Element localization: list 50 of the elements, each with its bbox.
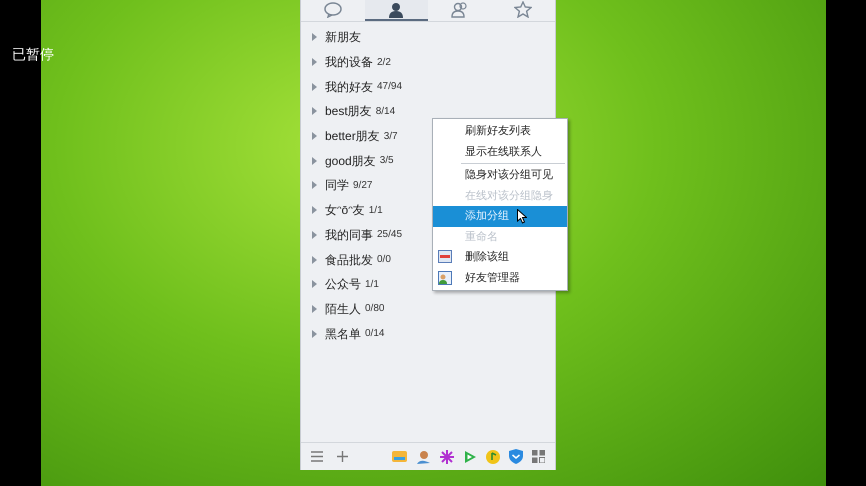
character-icon[interactable] xyxy=(416,450,431,464)
group-name: 黑名单 xyxy=(325,326,361,343)
group-count: 47/94 xyxy=(377,80,402,94)
group-name: good朋友 xyxy=(325,152,376,170)
group-count: 1/1 xyxy=(368,204,383,218)
shield-icon[interactable] xyxy=(509,449,523,464)
group-count: 3/7 xyxy=(384,130,398,144)
app-grid-icon[interactable] xyxy=(532,450,545,463)
menu-item[interactable]: 好友管理器 xyxy=(433,268,567,288)
group-name: 新朋友 xyxy=(325,29,361,46)
menu-item[interactable]: 删除该组 xyxy=(433,247,567,268)
group-row[interactable]: best朋友 8/14 xyxy=(301,99,555,124)
group-name: better朋友 xyxy=(325,128,380,146)
group-count: 0/0 xyxy=(377,253,391,268)
menu-item[interactable]: 显示在线联系人 xyxy=(433,142,567,162)
group-count: 0/14 xyxy=(365,327,384,342)
group-name: 女ᵔōᵔ友 xyxy=(325,202,365,220)
group-count: 25/45 xyxy=(377,228,402,242)
chat-bubble-icon xyxy=(324,2,342,18)
group-name: 食品批发 xyxy=(325,252,373,269)
group-name: 我的设备 xyxy=(325,54,373,72)
group-row[interactable]: 黑名单 0/14 xyxy=(301,321,555,346)
tab[interactable] xyxy=(364,0,428,21)
group-count: 1/1 xyxy=(365,278,379,292)
play-icon[interactable] xyxy=(463,450,477,464)
menu-item[interactable]: 隐身对该分组可见 xyxy=(433,165,567,186)
group-row[interactable]: 陌生人 0/80 xyxy=(301,296,555,322)
group-name: best朋友 xyxy=(325,103,372,120)
group-count: 0/80 xyxy=(365,302,384,316)
group-name: 公众号 xyxy=(325,276,361,294)
group-count: 2/2 xyxy=(377,56,391,70)
ticket-icon[interactable] xyxy=(392,450,407,463)
delete-list-icon xyxy=(438,250,452,263)
group-name: 我的同事 xyxy=(325,226,373,244)
group-row[interactable]: 新朋友 xyxy=(301,25,555,50)
menu-item[interactable]: 刷新好友列表 xyxy=(433,121,567,142)
group-count: 9/27 xyxy=(353,178,372,193)
group-name: 同学 xyxy=(325,177,349,194)
group-row[interactable]: 我的好友 47/94 xyxy=(301,74,555,100)
group-name: 陌生人 xyxy=(325,300,361,318)
person-card-icon xyxy=(438,270,452,284)
star-icon xyxy=(514,1,532,18)
menu-icon[interactable] xyxy=(311,451,323,462)
group-count: 3/5 xyxy=(380,154,394,168)
group-row[interactable]: 我的设备 2/2 xyxy=(301,50,555,74)
person-icon xyxy=(388,2,404,18)
group-name: 我的好友 xyxy=(325,78,373,96)
add-icon[interactable] xyxy=(337,451,348,462)
mouse-cursor-icon xyxy=(517,208,527,224)
group-count: 8/14 xyxy=(376,104,396,119)
